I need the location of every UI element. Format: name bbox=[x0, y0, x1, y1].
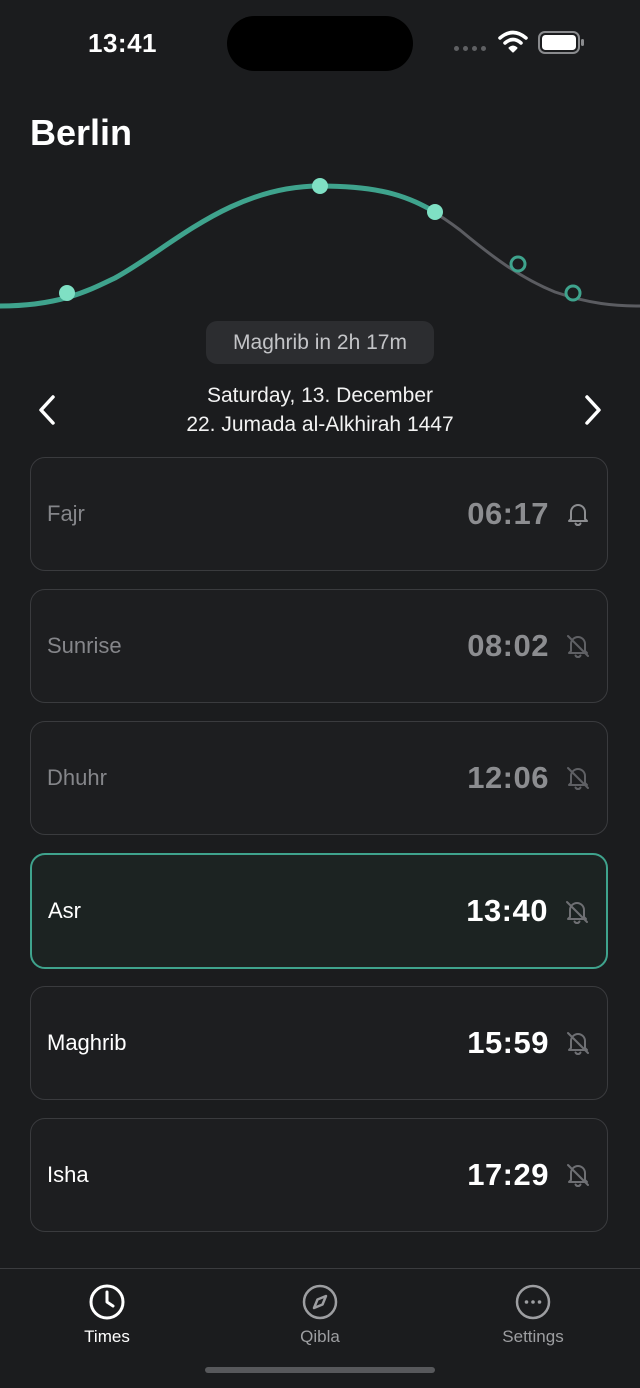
tab-label: Times bbox=[84, 1327, 130, 1346]
prayer-name: Fajr bbox=[47, 501, 85, 526]
prayer-time: 08:02 bbox=[467, 628, 549, 663]
prayer-time: 12:06 bbox=[467, 760, 549, 795]
prayer-time: 15:59 bbox=[467, 1025, 549, 1060]
prayer-name: Dhuhr bbox=[47, 765, 107, 790]
bell-slash-icon[interactable] bbox=[565, 1030, 591, 1056]
prayer-card-maghrib[interactable]: Maghrib 15:59 bbox=[30, 986, 608, 1100]
sun-path-chart bbox=[0, 178, 640, 309]
battery-icon bbox=[538, 31, 584, 54]
sun-marker-fajr bbox=[59, 285, 75, 301]
prayer-name: Sunrise bbox=[47, 633, 122, 658]
prayer-name: Asr bbox=[48, 898, 81, 923]
chevron-right-icon bbox=[585, 395, 601, 425]
prayer-card-isha[interactable]: Isha 17:29 bbox=[30, 1118, 608, 1232]
bell-slash-icon[interactable] bbox=[565, 1162, 591, 1188]
cellular-signal-icon bbox=[454, 46, 486, 51]
chevron-left-icon bbox=[39, 395, 55, 425]
next-day-button[interactable] bbox=[576, 392, 610, 428]
prayer-name: Maghrib bbox=[47, 1030, 127, 1055]
date-display: Saturday, 13. December 22. Jumada al-Alk… bbox=[110, 381, 530, 439]
tab-times[interactable]: Times bbox=[37, 1283, 177, 1347]
home-indicator[interactable] bbox=[205, 1367, 435, 1373]
gregorian-date: Saturday, 13. December bbox=[206, 384, 434, 407]
prayer-time: 06:17 bbox=[467, 496, 549, 531]
dynamic-island bbox=[227, 16, 413, 71]
prayer-time: 17:29 bbox=[467, 1157, 549, 1192]
prayer-card-asr[interactable]: Asr 13:40 bbox=[30, 853, 608, 969]
next-prayer-countdown: Maghrib in 2h 17m bbox=[206, 321, 434, 364]
bell-slash-icon[interactable] bbox=[565, 633, 591, 659]
sun-marker-asr bbox=[427, 204, 443, 220]
prayer-card-dhuhr[interactable]: Dhuhr 12:06 bbox=[30, 721, 608, 835]
tab-settings[interactable]: Settings bbox=[463, 1283, 603, 1347]
status-time: 13:41 bbox=[88, 28, 157, 58]
tab-label: Settings bbox=[502, 1327, 564, 1346]
compass-icon bbox=[302, 1284, 338, 1320]
sun-marker-dhuhr bbox=[312, 178, 328, 194]
hijri-date: 22. Jumada al-Alkhirah 1447 bbox=[186, 413, 454, 436]
bell-icon[interactable] bbox=[565, 501, 591, 527]
bell-slash-icon[interactable] bbox=[565, 765, 591, 791]
wifi-icon bbox=[498, 30, 528, 53]
clock-icon bbox=[89, 1284, 125, 1320]
ellipsis-circle-icon bbox=[515, 1284, 551, 1320]
prayer-time: 13:40 bbox=[466, 893, 548, 928]
prayer-name: Isha bbox=[47, 1162, 89, 1187]
tab-label: Qibla bbox=[300, 1327, 340, 1346]
previous-day-button[interactable] bbox=[30, 392, 64, 428]
city-title: Berlin bbox=[30, 112, 133, 153]
prayer-card-fajr[interactable]: Fajr 06:17 bbox=[30, 457, 608, 571]
status-bar: 13:41 bbox=[0, 0, 640, 90]
tab-qibla[interactable]: Qibla bbox=[250, 1283, 390, 1347]
bell-slash-icon[interactable] bbox=[564, 899, 590, 925]
sun-marker-isha bbox=[564, 284, 582, 302]
prayer-card-sunrise[interactable]: Sunrise 08:02 bbox=[30, 589, 608, 703]
sun-marker-maghrib bbox=[509, 255, 527, 273]
